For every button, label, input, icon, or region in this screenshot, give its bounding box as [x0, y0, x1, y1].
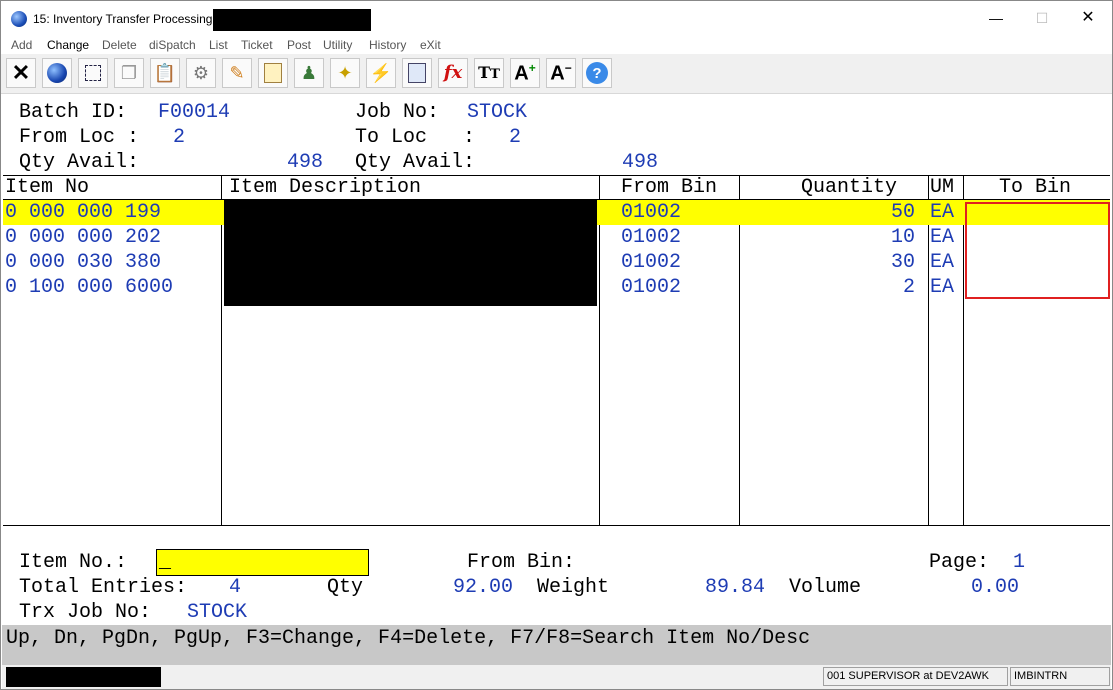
- job-no-value: STOCK: [467, 101, 528, 124]
- total-entries-label: Total Entries:: [19, 576, 188, 599]
- col-header-um[interactable]: UM: [930, 176, 954, 199]
- row-um[interactable]: EA: [930, 276, 954, 299]
- grid-col-divider: [739, 175, 740, 525]
- item-no-input[interactable]: [156, 549, 369, 576]
- row-from-bin[interactable]: 01002: [621, 201, 681, 224]
- status-program: IMBINTRN: [1010, 667, 1110, 686]
- grid-col-divider: [963, 175, 964, 525]
- qty-value: 92.00: [453, 576, 514, 599]
- qty-avail-to-label: Qty Avail:: [355, 151, 476, 174]
- batch-id-value: F00014: [158, 101, 231, 124]
- weight-value: 89.84: [705, 576, 766, 599]
- batch-id-label: Batch ID:: [19, 101, 128, 124]
- row-from-bin[interactable]: 01002: [621, 276, 681, 299]
- to-loc-label: To Loc :: [355, 126, 476, 149]
- function-key-help: Up, Dn, PgDn, PgUp, F3=Change, F4=Delete…: [6, 627, 811, 650]
- row-item-no[interactable]: 0 000 000 199: [5, 201, 161, 224]
- grid-col-divider: [221, 175, 222, 525]
- row-quantity[interactable]: 30: [741, 251, 915, 274]
- job-no-label: Job No:: [355, 101, 440, 124]
- to-loc-value: 2: [509, 126, 522, 149]
- page-value: 1: [1013, 551, 1026, 574]
- volume-value: 0.00: [971, 576, 1020, 599]
- row-quantity[interactable]: 50: [741, 201, 915, 224]
- redacted-status-block: [6, 667, 161, 687]
- grid-col-divider: [928, 175, 929, 525]
- col-header-to-bin[interactable]: To Bin: [999, 176, 1071, 199]
- col-header-from-bin[interactable]: From Bin: [621, 176, 717, 199]
- application-window: 15: Inventory Transfer Processing - — ☐ …: [0, 0, 1113, 690]
- from-bin-label: From Bin:: [467, 551, 576, 574]
- redacted-description-block: [224, 200, 597, 306]
- item-no-cursor: _: [159, 551, 172, 574]
- row-um[interactable]: EA: [930, 226, 954, 249]
- status-user: 001 SUPERVISOR at DEV2AWK: [823, 667, 1008, 686]
- row-quantity[interactable]: 10: [741, 226, 915, 249]
- function-key-bar: Up, Dn, PgDn, PgUp, F3=Change, F4=Delete…: [2, 625, 1111, 665]
- row-item-no[interactable]: 0 000 030 380: [5, 251, 161, 274]
- qty-label: Qty: [327, 576, 364, 599]
- col-header-quantity[interactable]: Quantity: [801, 176, 897, 199]
- weight-label: Weight: [537, 576, 610, 599]
- qty-avail-from-label: Qty Avail:: [19, 151, 140, 174]
- from-loc-value: 2: [173, 126, 186, 149]
- page-label: Page:: [929, 551, 990, 574]
- from-loc-label: From Loc :: [19, 126, 140, 149]
- trx-job-value: STOCK: [187, 601, 248, 624]
- grid-bottom-border: [3, 525, 1110, 526]
- trx-job-label: Trx Job No:: [19, 601, 152, 624]
- row-um[interactable]: EA: [930, 251, 954, 274]
- total-entries-value: 4: [229, 576, 242, 599]
- item-no-label: Item No.:: [19, 551, 128, 574]
- row-item-no[interactable]: 0 000 000 202: [5, 226, 161, 249]
- grid-col-divider: [599, 175, 600, 525]
- volume-label: Volume: [789, 576, 862, 599]
- row-from-bin[interactable]: 01002: [621, 251, 681, 274]
- col-header-item-no[interactable]: Item No: [5, 176, 89, 199]
- row-quantity[interactable]: 2: [741, 276, 915, 299]
- col-header-item-description[interactable]: Item Description: [229, 176, 421, 199]
- to-bin-entry-area[interactable]: [965, 202, 1110, 299]
- qty-avail-from-value: 498: [287, 151, 324, 174]
- row-um[interactable]: EA: [930, 201, 954, 224]
- row-item-no[interactable]: 0 100 000 6000: [5, 276, 173, 299]
- row-from-bin[interactable]: 01002: [621, 226, 681, 249]
- qty-avail-to-value: 498: [622, 151, 659, 174]
